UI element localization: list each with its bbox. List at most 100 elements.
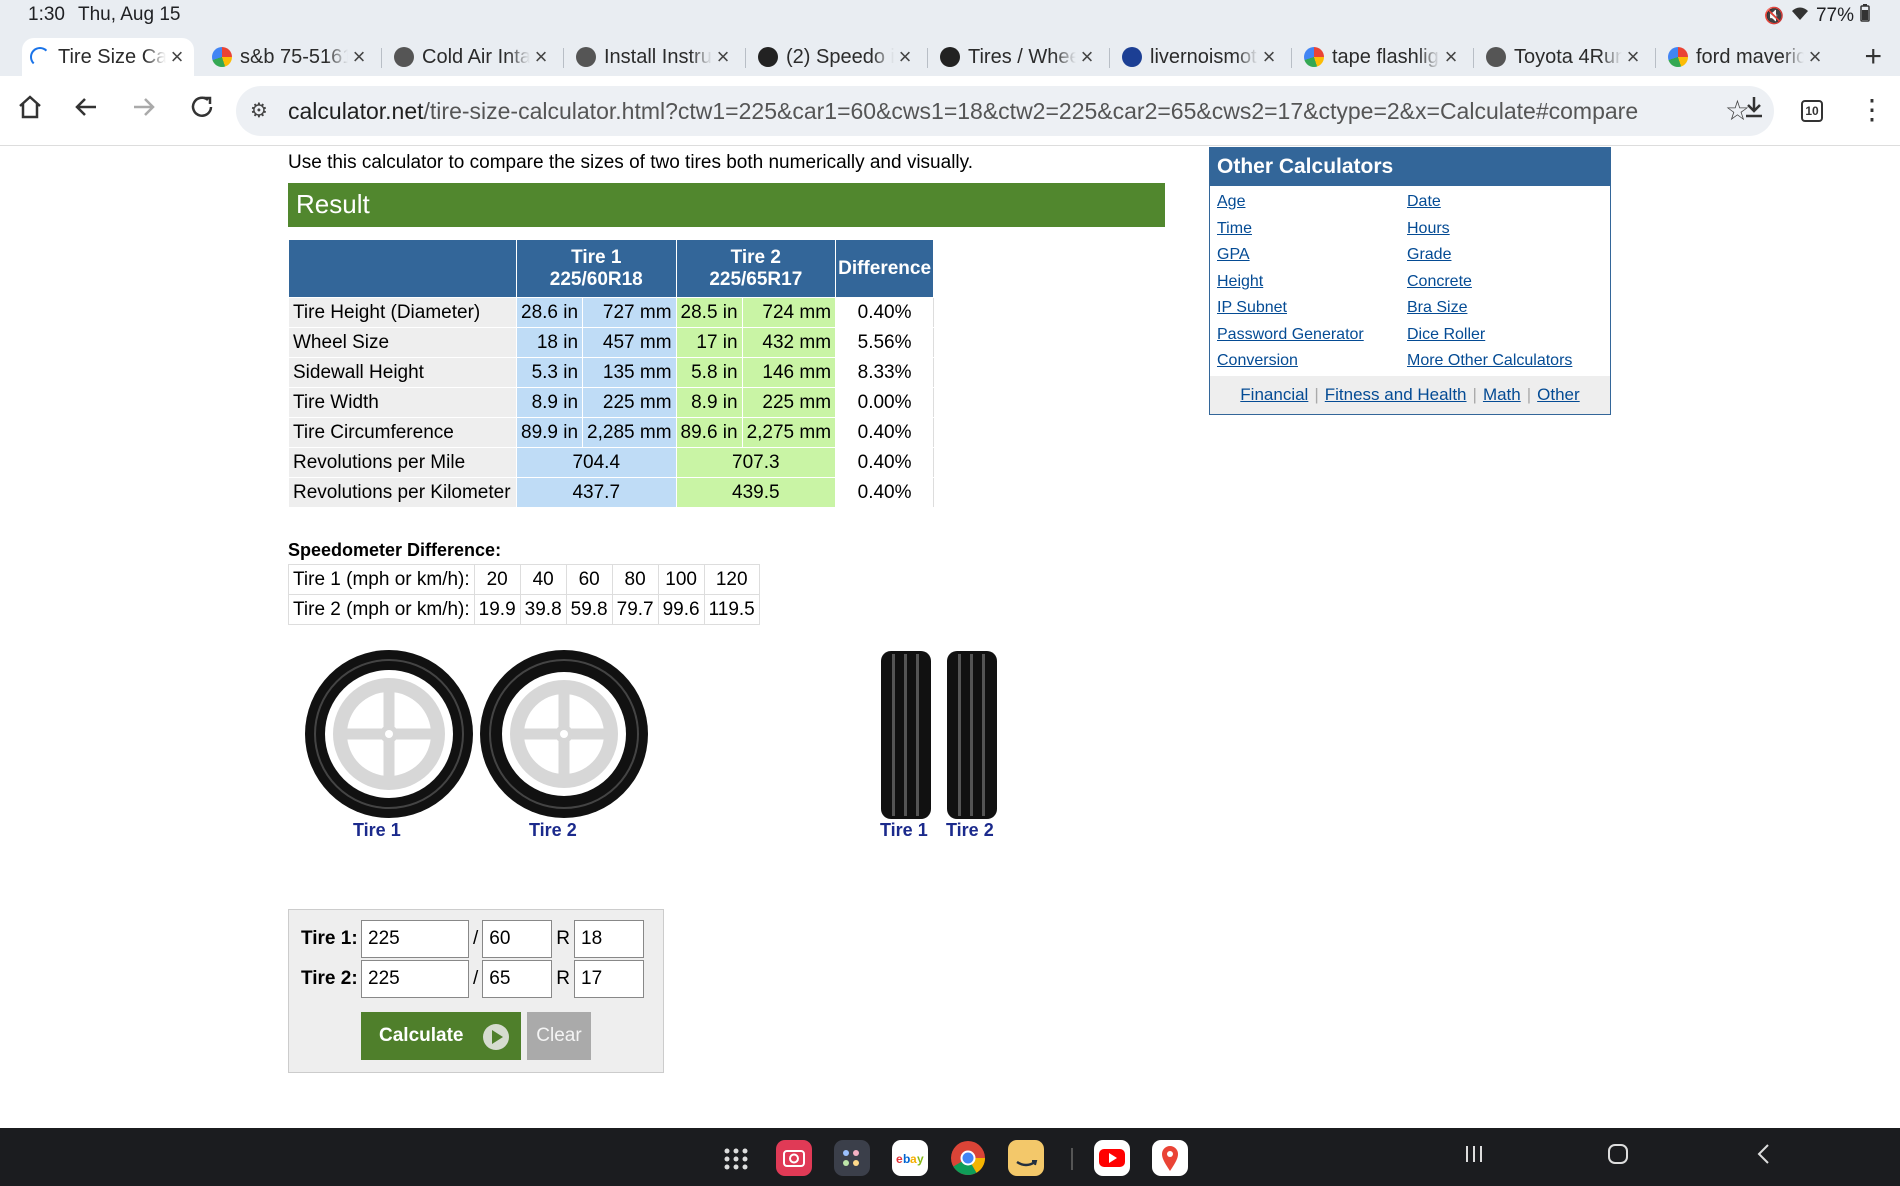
link-age[interactable]: Age bbox=[1217, 193, 1245, 211]
download-icon[interactable] bbox=[1736, 92, 1772, 128]
clear-button[interactable]: Clear bbox=[527, 1012, 591, 1060]
more-menu-icon[interactable]: ⋮ bbox=[1854, 92, 1890, 128]
ebay-icon[interactable]: ebay bbox=[892, 1140, 928, 1176]
link-financial[interactable]: Financial bbox=[1240, 385, 1308, 405]
close-icon[interactable]: × bbox=[712, 44, 734, 70]
close-icon[interactable]: × bbox=[894, 44, 916, 70]
tab-strip: Tire Size Cal × s&b 75-5161 × Cold Air I… bbox=[0, 30, 1900, 76]
tab-tires-wheels[interactable]: Tires / Whee × bbox=[932, 38, 1104, 76]
tire2-rim-input[interactable] bbox=[574, 960, 645, 998]
site-icon bbox=[394, 47, 414, 67]
link-grade[interactable]: Grade bbox=[1407, 246, 1451, 264]
link-fitness-and-health[interactable]: Fitness and Health bbox=[1325, 385, 1467, 405]
header-tire2-size: 225/65R17 bbox=[709, 268, 803, 290]
tire1-width-input[interactable] bbox=[361, 920, 469, 958]
close-icon[interactable]: × bbox=[1440, 44, 1462, 70]
tab-sb-75-5161[interactable]: s&b 75-5161 × bbox=[204, 38, 376, 76]
tire2-width-input[interactable] bbox=[361, 960, 469, 998]
new-tab-icon[interactable]: + bbox=[1864, 40, 1882, 74]
row-label: Tire Circumference bbox=[288, 417, 517, 448]
close-icon[interactable]: × bbox=[1076, 44, 1098, 70]
reload-icon[interactable] bbox=[184, 92, 220, 128]
link-time[interactable]: Time bbox=[1217, 220, 1252, 238]
tab-ford-maverick[interactable]: ford maveric × bbox=[1660, 38, 1832, 76]
back-nav-icon[interactable] bbox=[1752, 1142, 1776, 1173]
link-hours[interactable]: Hours bbox=[1407, 220, 1450, 238]
tab-switcher-icon[interactable]: 10 bbox=[1801, 100, 1823, 122]
close-icon[interactable]: × bbox=[1258, 44, 1280, 70]
youtube-icon[interactable] bbox=[1094, 1140, 1130, 1176]
close-icon[interactable]: × bbox=[530, 44, 552, 70]
camera-icon[interactable] bbox=[776, 1140, 812, 1176]
calculate-button[interactable]: Calculate bbox=[361, 1012, 521, 1060]
back-arrow-icon[interactable] bbox=[68, 92, 104, 128]
tire2-input-row: Tire 2: / R bbox=[301, 960, 645, 998]
result-heading: Result bbox=[288, 183, 1165, 227]
link-height[interactable]: Height bbox=[1217, 273, 1263, 291]
maps-icon[interactable] bbox=[1152, 1140, 1188, 1176]
tab-cold-air-intake[interactable]: Cold Air Inta × bbox=[386, 38, 558, 76]
tab-speedo[interactable]: (2) Speedo i × bbox=[750, 38, 922, 76]
close-icon[interactable]: × bbox=[166, 44, 188, 70]
divider: | bbox=[1526, 385, 1532, 404]
tire2-mm: 724 mm bbox=[741, 297, 837, 328]
speedo-cell: 100 bbox=[657, 564, 705, 595]
link-gpa[interactable]: GPA bbox=[1217, 246, 1250, 264]
folder-icon[interactable] bbox=[834, 1140, 870, 1176]
table-row: Revolutions per Mile 704.4 707.3 0.40% bbox=[288, 447, 935, 478]
tab-divider bbox=[927, 48, 928, 68]
apps-grid-icon[interactable] bbox=[718, 1140, 754, 1176]
table-row: Tire Width 8.9 in 225 mm 8.9 in 225 mm 0… bbox=[288, 387, 935, 418]
link-ip-subnet[interactable]: IP Subnet bbox=[1217, 299, 1287, 317]
link-conversion[interactable]: Conversion bbox=[1217, 352, 1298, 370]
battery-level: 77% bbox=[1815, 5, 1854, 26]
tab-tape-flashlight[interactable]: tape flashlig × bbox=[1296, 38, 1468, 76]
link-concrete[interactable]: Concrete bbox=[1407, 273, 1472, 291]
tire1-aspect-ratio-input[interactable] bbox=[482, 920, 553, 958]
forward-arrow-icon[interactable] bbox=[126, 92, 162, 128]
close-icon[interactable]: × bbox=[1804, 44, 1826, 70]
address-bar[interactable]: ⚙ calculator.net/tire-size-calculator.ht… bbox=[236, 86, 1774, 136]
tire2-mm: 146 mm bbox=[741, 357, 837, 388]
url-text: calculator.net/tire-size-calculator.html… bbox=[288, 98, 1638, 125]
amazon-icon[interactable] bbox=[1008, 1140, 1044, 1176]
tab-divider bbox=[1291, 48, 1292, 68]
close-icon[interactable]: × bbox=[1622, 44, 1644, 70]
url-host: calculator.net bbox=[288, 98, 424, 124]
speedometer-heading: Speedometer Difference: bbox=[288, 540, 502, 560]
table-row: Revolutions per Kilometer 437.7 439.5 0.… bbox=[288, 477, 935, 508]
tire2-aspect-ratio-input[interactable] bbox=[482, 960, 553, 998]
home-icon[interactable] bbox=[12, 92, 48, 128]
tire1-mm: 727 mm bbox=[582, 297, 677, 328]
tab-livernoismotorsports[interactable]: livernoismot × bbox=[1114, 38, 1286, 76]
table-row: Tire 2 (mph or km/h): 19.9 39.8 59.8 79.… bbox=[288, 594, 760, 625]
link-bra-size[interactable]: Bra Size bbox=[1407, 299, 1467, 317]
chrome-icon[interactable] bbox=[950, 1140, 986, 1176]
tab-install-instructions[interactable]: Install Instru × bbox=[568, 38, 740, 76]
site-settings-icon[interactable]: ⚙ bbox=[250, 98, 268, 123]
speedo-cell: 119.5 bbox=[703, 594, 760, 625]
link-math[interactable]: Math bbox=[1483, 385, 1521, 405]
tire1-inches: 89.9 in bbox=[515, 417, 584, 448]
tab-divider bbox=[563, 48, 564, 68]
recent-apps-icon[interactable] bbox=[1462, 1142, 1486, 1173]
tire2-inches: 17 in bbox=[675, 327, 743, 358]
link-other[interactable]: Other bbox=[1537, 385, 1580, 405]
home-nav-icon[interactable] bbox=[1606, 1142, 1630, 1173]
svg-text:e: e bbox=[896, 1152, 903, 1166]
link-password-generator[interactable]: Password Generator bbox=[1217, 326, 1364, 344]
link-dice-roller[interactable]: Dice Roller bbox=[1407, 326, 1485, 344]
tire1-mm: 135 mm bbox=[582, 357, 677, 388]
table-header-row: Tire 1 225/60R18 Tire 2 225/65R17 Differen… bbox=[288, 239, 935, 298]
tab-title: Tires / Whee bbox=[968, 45, 1076, 68]
tab-toyota-4runner[interactable]: Toyota 4Run × bbox=[1478, 38, 1650, 76]
tire1-tread-view bbox=[881, 651, 931, 819]
close-icon[interactable]: × bbox=[348, 44, 370, 70]
tab-title: tape flashlig bbox=[1332, 45, 1439, 68]
tire2-tread-caption: Tire 2 bbox=[946, 820, 994, 840]
link-date[interactable]: Date bbox=[1407, 193, 1441, 211]
link-more-other-calculators[interactable]: More Other Calculators bbox=[1407, 352, 1572, 370]
tire1-rim-input[interactable] bbox=[574, 920, 645, 958]
tab-tire-size-calculator[interactable]: Tire Size Cal × bbox=[22, 38, 194, 76]
speedo-tire2-label: Tire 2 (mph or km/h): bbox=[288, 594, 475, 625]
